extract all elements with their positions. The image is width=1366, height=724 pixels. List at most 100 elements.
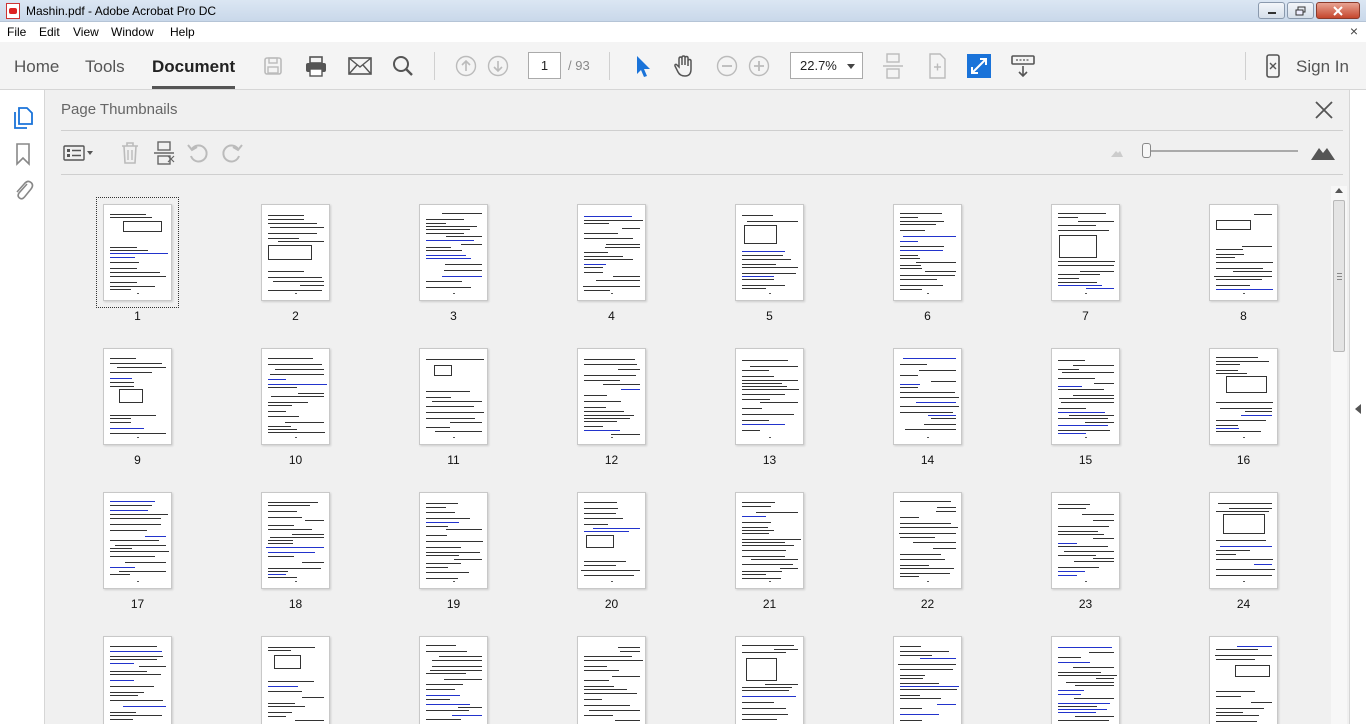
insert-page-icon[interactable]	[151, 140, 177, 166]
page-thumbnail[interactable]	[103, 204, 172, 301]
thumbnail-page-number: 16	[1236, 453, 1251, 467]
thumbnail-grid: 1 2 3 4 5 6 7 8 9 10 11 12 13 14 15 16 17 18 19 20 21 22 23 24	[61, 186, 1331, 724]
large-mountain-icon[interactable]	[1308, 140, 1338, 166]
save-icon[interactable]	[259, 52, 287, 80]
page-thumbnail[interactable]	[735, 204, 804, 301]
tab-tools[interactable]: Tools	[85, 57, 125, 77]
page-thumbnail[interactable]	[261, 636, 330, 724]
page-thumbnail[interactable]	[419, 492, 488, 589]
menu-file[interactable]: File	[7, 25, 26, 39]
tab-document[interactable]: Document	[152, 57, 236, 89]
next-page-icon[interactable]	[484, 52, 512, 80]
thumbnail-page-number: 21	[762, 597, 777, 611]
page-thumbnail[interactable]	[1051, 204, 1120, 301]
thumbnail-page-number: 11	[447, 453, 460, 467]
bookmark-icon[interactable]	[10, 141, 36, 167]
zoom-out-icon[interactable]	[713, 52, 741, 80]
page-thumbnail[interactable]	[577, 348, 646, 445]
zoom-level-select[interactable]: 22.7%	[790, 52, 863, 79]
page-thumbnail[interactable]	[735, 348, 804, 445]
thumbnail-page-number: 14	[920, 453, 935, 467]
thumbnail-scrollbar[interactable]	[1331, 186, 1347, 724]
page-thumbnail[interactable]	[419, 636, 488, 724]
thumbnail-page-number: 4	[608, 309, 615, 323]
page-thumbnail[interactable]	[1209, 204, 1278, 301]
mobile-link-icon[interactable]	[1259, 52, 1287, 80]
delete-icon[interactable]	[117, 140, 143, 166]
thumbnail-size-slider-handle[interactable]	[1142, 143, 1151, 158]
menu-edit[interactable]: Edit	[39, 25, 60, 39]
page-thumbnail[interactable]	[577, 492, 646, 589]
page-thumbnail[interactable]	[577, 636, 646, 724]
tab-home[interactable]: Home	[14, 57, 59, 77]
menu-help[interactable]: Help	[170, 25, 195, 39]
prev-page-icon[interactable]	[452, 52, 480, 80]
page-display-icon[interactable]	[923, 52, 951, 80]
zoom-in-icon[interactable]	[745, 52, 773, 80]
small-mountain-icon[interactable]	[1108, 140, 1126, 166]
page-thumbnail[interactable]	[893, 204, 962, 301]
panel-divider	[61, 130, 1343, 131]
page-thumbnail[interactable]	[261, 348, 330, 445]
select-cursor-icon[interactable]	[628, 52, 656, 80]
page-thumbnail[interactable]	[893, 636, 962, 724]
page-thumbnail[interactable]	[1051, 492, 1120, 589]
page-thumbnail[interactable]	[261, 492, 330, 589]
hand-tool-icon[interactable]	[670, 52, 698, 80]
close-button[interactable]	[1316, 2, 1360, 19]
panel-title: Page Thumbnails	[61, 101, 178, 118]
email-icon[interactable]	[346, 52, 374, 80]
rotate-ccw-icon[interactable]	[185, 140, 211, 166]
document-close-button[interactable]: ×	[1350, 23, 1358, 39]
minimize-icon	[1267, 11, 1276, 14]
restore-button[interactable]	[1287, 2, 1314, 19]
scroll-up-arrow-icon[interactable]	[1335, 188, 1343, 193]
right-pane-toggle[interactable]	[1349, 90, 1366, 724]
page-thumbnails-icon[interactable]	[10, 105, 36, 131]
thumbnail-page-number: 23	[1078, 597, 1093, 611]
page-thumbnail[interactable]	[103, 348, 172, 445]
page-number-input[interactable]: 1	[528, 52, 561, 79]
window-title: Mashin.pdf - Adobe Acrobat Pro DC	[26, 4, 217, 18]
minimize-button[interactable]	[1258, 2, 1285, 19]
scrollbar-thumb[interactable]	[1333, 200, 1345, 352]
page-thumbnail[interactable]	[103, 636, 172, 724]
menu-window[interactable]: Window	[111, 25, 154, 39]
print-icon[interactable]	[302, 52, 330, 80]
sign-in-link[interactable]: Sign In	[1296, 57, 1349, 77]
menu-bar: File Edit View Window Help ×	[0, 22, 1366, 42]
page-thumbnail[interactable]	[1051, 348, 1120, 445]
restore-icon	[1295, 6, 1305, 15]
panel-close-button[interactable]	[1313, 99, 1335, 121]
read-mode-icon[interactable]	[1009, 52, 1037, 80]
thumbnail-size-slider-track[interactable]	[1145, 150, 1298, 152]
scroll-mode-icon[interactable]	[879, 52, 907, 80]
expand-right-pane-icon[interactable]	[1355, 404, 1361, 414]
thumbnail-page-number: 7	[1082, 309, 1089, 323]
page-thumbnail[interactable]	[419, 204, 488, 301]
page-thumbnail[interactable]	[735, 492, 804, 589]
search-icon[interactable]	[389, 52, 417, 80]
page-thumbnail[interactable]	[103, 492, 172, 589]
full-screen-icon[interactable]	[965, 52, 993, 80]
menu-view[interactable]: View	[73, 25, 99, 39]
page-thumbnail[interactable]	[577, 204, 646, 301]
page-thumbnail[interactable]	[735, 636, 804, 724]
toolbar-separator	[609, 52, 610, 80]
toolbar-separator	[1245, 52, 1246, 80]
page-thumbnail[interactable]	[1209, 348, 1278, 445]
page-thumbnail[interactable]	[893, 492, 962, 589]
page-thumbnail[interactable]	[1209, 636, 1278, 724]
close-icon	[1333, 5, 1343, 16]
options-menu-button[interactable]	[61, 140, 95, 166]
page-thumbnail[interactable]	[261, 204, 330, 301]
page-thumbnail[interactable]	[1209, 492, 1278, 589]
thumbnail-page-number: 8	[1240, 309, 1247, 323]
thumbnail-page-number: 10	[288, 453, 303, 467]
page-thumbnail[interactable]	[1051, 636, 1120, 724]
page-thumbnail[interactable]	[893, 348, 962, 445]
left-navigation-rail	[0, 90, 45, 724]
page-thumbnail[interactable]	[419, 348, 488, 445]
attachment-icon[interactable]	[10, 177, 36, 203]
rotate-cw-icon[interactable]	[219, 140, 245, 166]
